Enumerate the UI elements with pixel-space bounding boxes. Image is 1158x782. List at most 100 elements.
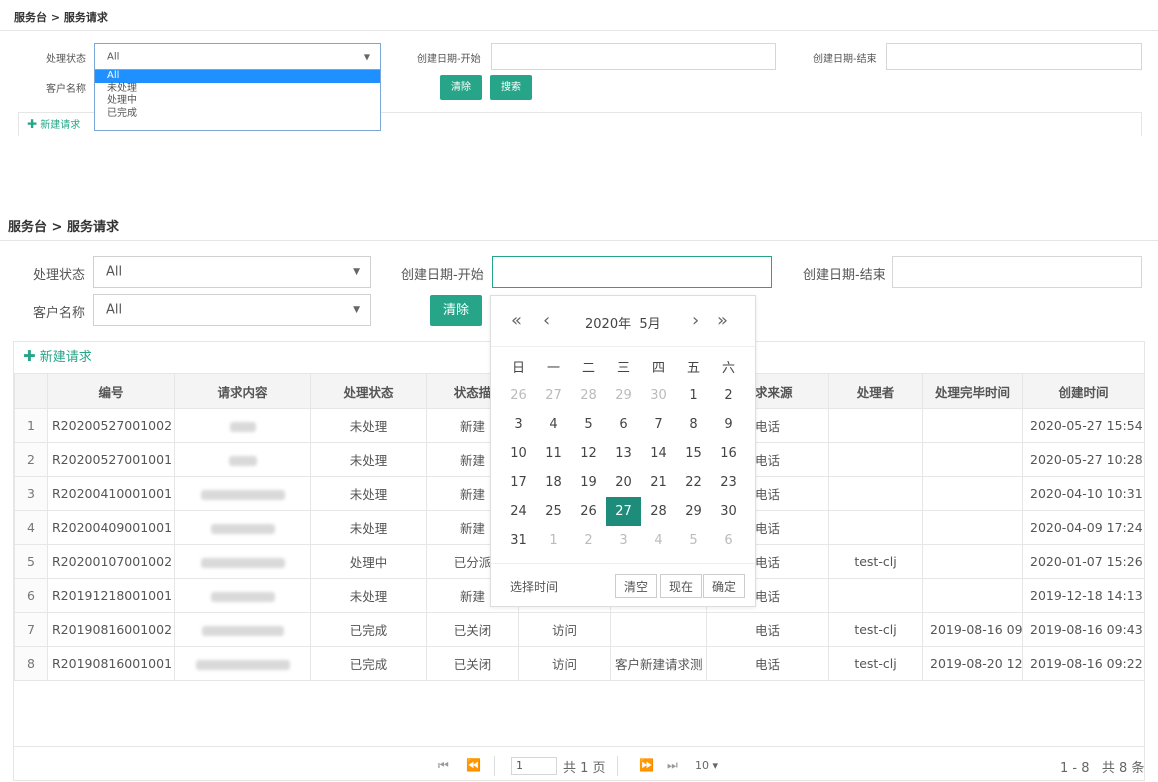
calendar-day[interactable]: 10 xyxy=(501,439,536,468)
calendar-day[interactable]: 29 xyxy=(676,497,711,526)
calendar-now-button[interactable]: 现在 xyxy=(660,574,703,598)
calendar-day[interactable]: 3 xyxy=(606,526,641,555)
top-new-request-button[interactable]: ✚ 新建请求 xyxy=(27,116,80,131)
calendar-day[interactable]: 1 xyxy=(676,381,711,410)
calendar-day[interactable]: 22 xyxy=(676,468,711,497)
top-created-start-input[interactable] xyxy=(491,43,776,70)
calendar-day[interactable]: 27 xyxy=(606,497,641,526)
top-clear-button[interactable]: 清除 xyxy=(440,75,482,100)
row-index: 3 xyxy=(14,476,48,511)
dropdown-option-processing[interactable]: 处理中 xyxy=(95,95,380,108)
calendar-day[interactable]: 27 xyxy=(536,381,571,410)
created-end-input[interactable] xyxy=(892,256,1142,288)
page-input[interactable]: 1 xyxy=(511,757,557,775)
calendar-day[interactable]: 7 xyxy=(641,410,676,439)
calendar-day[interactable]: 30 xyxy=(641,381,676,410)
created-time: 2019-08-16 09:43:06 xyxy=(1022,612,1145,647)
calendar-day[interactable]: 23 xyxy=(711,468,746,497)
calendar-day[interactable]: 1 xyxy=(536,526,571,555)
col-id[interactable]: 编号 xyxy=(47,373,175,409)
date-picker-header: « ‹ 2020年 5月 › » xyxy=(491,296,755,347)
top-created-start-label: 创建日期-开始 xyxy=(417,54,481,65)
cell-hidden-1: 访问 xyxy=(518,612,611,647)
calendar-day[interactable]: 16 xyxy=(711,439,746,468)
calendar-day[interactable]: 29 xyxy=(606,381,641,410)
clear-button[interactable]: 清除 xyxy=(430,295,482,326)
current-year-month[interactable]: 2020年 5月 xyxy=(585,313,661,332)
calendar-day[interactable]: 2 xyxy=(571,526,606,555)
calendar-clear-button[interactable]: 清空 xyxy=(615,574,658,598)
top-new-request-label: 新建请求 xyxy=(40,120,81,131)
redacted-content xyxy=(210,523,275,534)
status-select[interactable]: All ▼ xyxy=(93,256,371,288)
customer-label: 客户名称 xyxy=(33,306,86,321)
request-id: R20200107001002 xyxy=(47,544,175,579)
calendar-day[interactable]: 18 xyxy=(536,468,571,497)
dropdown-option-unprocessed[interactable]: 未处理 xyxy=(95,83,380,96)
col-content[interactable]: 请求内容 xyxy=(174,373,311,409)
redacted-content xyxy=(200,557,285,568)
calendar-day[interactable]: 14 xyxy=(641,439,676,468)
calendar-day[interactable]: 26 xyxy=(571,497,606,526)
date-picker[interactable]: « ‹ 2020年 5月 › » 日一二三四五六 26 27 28 29 30 1 2 3 4 5 6… xyxy=(490,295,756,607)
calendar-day[interactable]: 17 xyxy=(501,468,536,497)
top-status-select[interactable]: All ▼ xyxy=(94,43,381,70)
calendar-day[interactable]: 28 xyxy=(641,497,676,526)
chevron-down-icon: ▼ xyxy=(353,305,360,315)
col-status[interactable]: 处理状态 xyxy=(310,373,427,409)
calendar-day[interactable]: 5 xyxy=(571,410,606,439)
calendar-day[interactable]: 26 xyxy=(501,381,536,410)
row-index: 2 xyxy=(14,442,48,477)
calendar-day[interactable]: 13 xyxy=(606,439,641,468)
dropdown-option-all[interactable]: All xyxy=(95,70,380,83)
calendar-day[interactable]: 19 xyxy=(571,468,606,497)
calendar-day[interactable]: 4 xyxy=(641,526,676,555)
process-status: 已完成 xyxy=(310,612,427,647)
col-created-time[interactable]: 创建时间 xyxy=(1022,373,1145,409)
new-request-button[interactable]: ✚ 新建请求 xyxy=(23,346,92,365)
top-created-end-input[interactable] xyxy=(886,43,1142,70)
prev-page-icon[interactable]: ⏪ xyxy=(466,758,481,772)
next-month-icon[interactable]: › xyxy=(692,310,699,331)
created-start-input[interactable] xyxy=(492,256,772,288)
calendar-day[interactable]: 20 xyxy=(606,468,641,497)
calendar-day[interactable]: 15 xyxy=(676,439,711,468)
process-status: 未处理 xyxy=(310,442,427,477)
next-page-icon[interactable]: ⏩ xyxy=(639,758,654,772)
handler xyxy=(828,442,923,477)
calendar-day[interactable]: 5 xyxy=(676,526,711,555)
prev-month-icon[interactable]: ‹ xyxy=(543,310,550,331)
last-page-icon[interactable]: ⏭ xyxy=(667,758,678,773)
calendar-day[interactable]: 30 xyxy=(711,497,746,526)
calendar-day[interactable]: 25 xyxy=(536,497,571,526)
calendar-day[interactable]: 8 xyxy=(676,410,711,439)
calendar-day[interactable]: 11 xyxy=(536,439,571,468)
process-status: 处理中 xyxy=(310,544,427,579)
calendar-day[interactable]: 21 xyxy=(641,468,676,497)
col-handler[interactable]: 处理者 xyxy=(828,373,923,409)
calendar-day[interactable]: 4 xyxy=(536,410,571,439)
main-divider xyxy=(0,240,1158,241)
calendar-day[interactable]: 24 xyxy=(501,497,536,526)
table-row[interactable]: 7 R20190816001002 已完成 已关闭 访问 电话 test-clj 2019-0… xyxy=(14,612,1145,647)
calendar-day[interactable]: 9 xyxy=(711,410,746,439)
calendar-day[interactable]: 6 xyxy=(711,526,746,555)
calendar-day[interactable]: 12 xyxy=(571,439,606,468)
customer-select[interactable]: All ▼ xyxy=(93,294,371,326)
calendar-day[interactable]: 28 xyxy=(571,381,606,410)
col-done-time[interactable]: 处理完毕时间 xyxy=(922,373,1023,409)
calendar-day[interactable]: 2 xyxy=(711,381,746,410)
calendar-day[interactable]: 6 xyxy=(606,410,641,439)
prev-year-icon[interactable]: « xyxy=(511,310,522,331)
calendar-day[interactable]: 31 xyxy=(501,526,536,555)
page-size-select[interactable]: 10 ▾ xyxy=(695,759,718,772)
select-time-button[interactable]: 选择时间 xyxy=(510,578,558,595)
next-year-icon[interactable]: » xyxy=(717,310,728,331)
calendar-confirm-button[interactable]: 确定 xyxy=(703,574,746,598)
table-row[interactable]: 8 R20190816001001 已完成 已关闭 访问 客户新建请求测 电话 test-cl… xyxy=(14,646,1145,681)
top-search-button[interactable]: 搜索 xyxy=(490,75,532,100)
calendar-day[interactable]: 3 xyxy=(501,410,536,439)
first-page-icon[interactable]: ⏮ xyxy=(438,758,449,773)
dropdown-option-completed[interactable]: 已完成 xyxy=(95,108,380,121)
top-status-dropdown[interactable]: All 未处理 处理中 已完成 xyxy=(94,69,381,131)
